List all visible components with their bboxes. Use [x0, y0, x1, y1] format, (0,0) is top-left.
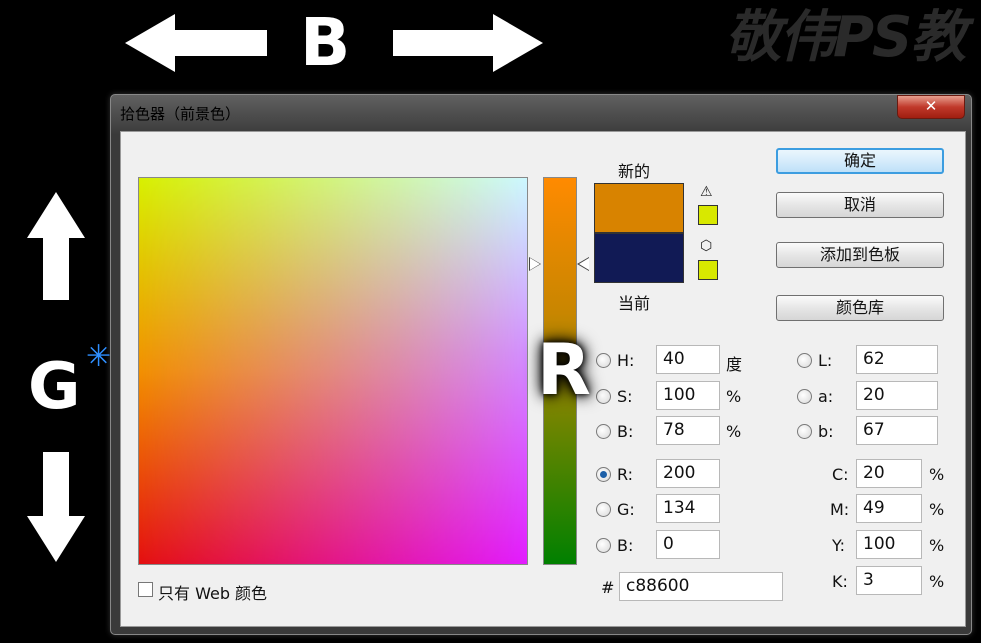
- radio-r[interactable]: [596, 467, 611, 482]
- arrow-right-icon: [393, 14, 543, 72]
- new-color-label: 新的: [618, 162, 651, 181]
- s-input[interactable]: 100: [656, 381, 720, 410]
- web-safe-cube-icon: ⬡: [700, 238, 713, 254]
- current-color-swatch[interactable]: [594, 233, 684, 283]
- watermark-logo: 敬伟PS教: [725, 5, 966, 70]
- m-label: M:: [830, 500, 850, 519]
- web-colors-checkbox[interactable]: [138, 582, 153, 597]
- h-input[interactable]: 40: [656, 345, 720, 374]
- web-colors-label: 只有 Web 颜色: [158, 584, 268, 603]
- hex-input[interactable]: c88600: [619, 572, 783, 601]
- a-input[interactable]: 20: [856, 381, 938, 410]
- dialog-title: 拾色器（前景色）: [120, 105, 241, 123]
- k-label: K:: [832, 572, 848, 591]
- field-cursor-icon: ✳: [86, 339, 112, 374]
- radio-g[interactable]: [596, 502, 611, 517]
- c-label: C:: [832, 465, 849, 484]
- current-color-label: 当前: [618, 294, 651, 313]
- hex-label: #: [601, 578, 615, 597]
- blue-input[interactable]: 0: [656, 530, 720, 559]
- s-label: S:: [617, 387, 633, 406]
- y-label: Y:: [832, 536, 846, 555]
- l-label: L:: [818, 351, 833, 370]
- y-input[interactable]: 100: [856, 530, 922, 559]
- arrow-up-icon: [27, 192, 85, 300]
- lab-b-input[interactable]: 67: [856, 416, 938, 445]
- radio-a[interactable]: [797, 389, 812, 404]
- b-input[interactable]: 78: [656, 416, 720, 445]
- h-unit: 度: [726, 355, 743, 374]
- radio-h[interactable]: [596, 353, 611, 368]
- new-color-swatch: [594, 183, 684, 233]
- k-input[interactable]: 3: [856, 566, 922, 595]
- radio-l[interactable]: [797, 353, 812, 368]
- blue-label: B:: [617, 536, 634, 555]
- overlay-letter-g: G: [28, 350, 81, 424]
- g-label: G:: [617, 500, 635, 519]
- s-unit: %: [726, 387, 742, 406]
- close-button[interactable]: ✕: [897, 95, 965, 119]
- c-input[interactable]: 20: [856, 459, 922, 488]
- m-unit: %: [929, 500, 945, 519]
- r-label: R:: [617, 465, 634, 484]
- gamut-warning-swatch[interactable]: [698, 205, 718, 225]
- arrow-down-icon: [27, 452, 85, 562]
- overlay-letter-r: R: [537, 329, 591, 411]
- y-unit: %: [929, 536, 945, 555]
- b-unit: %: [726, 422, 742, 441]
- radio-lab-b[interactable]: [797, 424, 812, 439]
- title-bar[interactable]: 拾色器（前景色） ✕: [111, 95, 971, 127]
- c-unit: %: [929, 465, 945, 484]
- ok-button[interactable]: 确定: [776, 148, 944, 174]
- l-input[interactable]: 62: [856, 345, 938, 374]
- m-input[interactable]: 49: [856, 494, 922, 523]
- a-label: a:: [818, 387, 834, 406]
- radio-b[interactable]: [596, 424, 611, 439]
- overlay-letter-b: B: [300, 4, 351, 81]
- color-field[interactable]: [138, 177, 528, 565]
- web-safe-swatch[interactable]: [698, 260, 718, 280]
- k-unit: %: [929, 572, 945, 591]
- b-label: B:: [617, 422, 634, 441]
- gamut-warning-icon: ⚠: [700, 184, 713, 200]
- color-libraries-button[interactable]: 颜色库: [776, 295, 944, 321]
- radio-s[interactable]: [596, 389, 611, 404]
- radio-blue[interactable]: [596, 538, 611, 553]
- add-to-swatches-button[interactable]: 添加到色板: [776, 242, 944, 268]
- h-label: H:: [617, 351, 635, 370]
- cancel-button[interactable]: 取消: [776, 192, 944, 218]
- arrow-left-icon: [125, 14, 267, 72]
- g-input[interactable]: 134: [656, 494, 720, 523]
- r-input[interactable]: 200: [656, 459, 720, 488]
- slider-handle-left[interactable]: [530, 258, 540, 270]
- slider-handle-right[interactable]: [579, 258, 589, 270]
- lab-b-label: b:: [818, 422, 834, 441]
